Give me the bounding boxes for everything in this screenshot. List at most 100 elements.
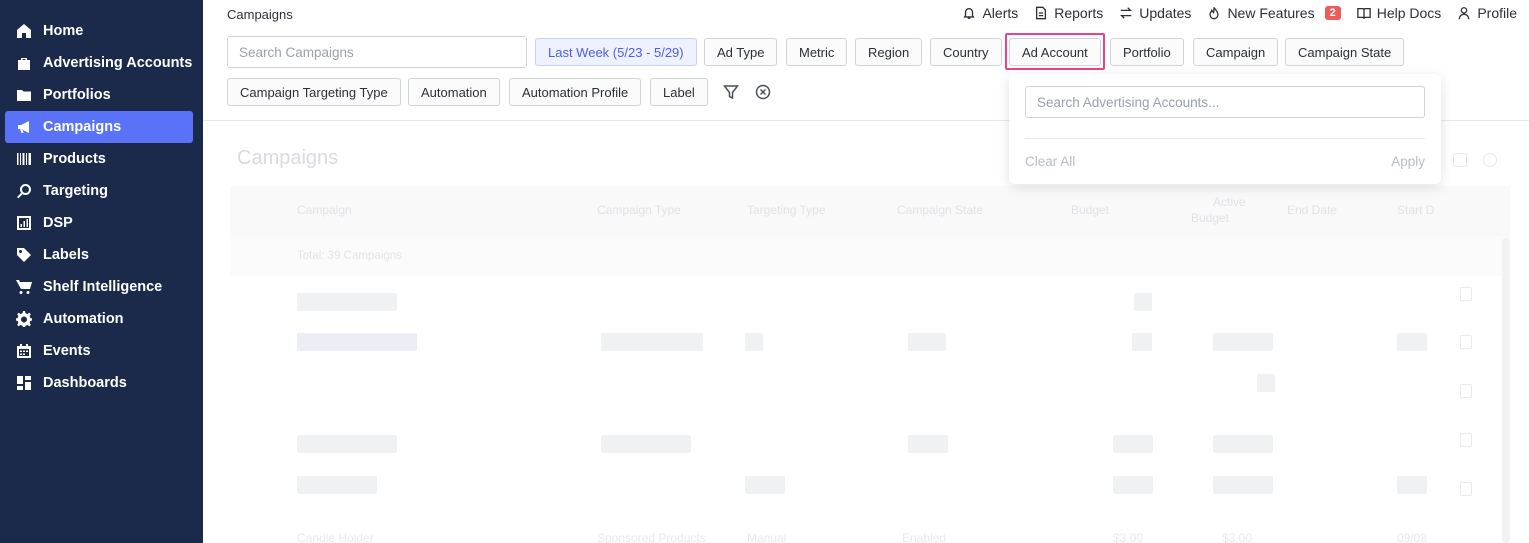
col-campaign-state[interactable]: Campaign State: [897, 203, 983, 217]
last-row-active-budget: $3.00: [1222, 531, 1253, 543]
sidebar-item-dashboards[interactable]: Dashboards: [5, 367, 193, 399]
col-active-budget-line2[interactable]: Budget: [1191, 211, 1229, 225]
search-advertising-accounts-input[interactable]: [1025, 86, 1425, 118]
reports-link[interactable]: Reports: [1034, 5, 1103, 21]
table-row-placeholder: [1113, 435, 1153, 453]
campaigns-panel: Campaigns Campaign Campaign Type Targeti…: [203, 121, 1529, 543]
clear-filters-icon[interactable]: [753, 82, 773, 102]
settings-icon[interactable]: [1483, 153, 1497, 167]
sidebar-item-label: Dashboards: [43, 375, 127, 391]
table-row-placeholder: [1213, 435, 1273, 453]
filter-automation[interactable]: Automation: [408, 78, 500, 106]
sidebar-item-events[interactable]: Events: [5, 335, 193, 367]
alerts-link[interactable]: Alerts: [962, 5, 1018, 21]
search-campaigns-input[interactable]: [227, 36, 527, 68]
clear-all-button[interactable]: Clear All: [1025, 154, 1075, 169]
sidebar-item-label: Home: [43, 23, 84, 39]
table-scrollbar[interactable]: [1502, 238, 1510, 543]
filter-campaign[interactable]: Campaign: [1193, 38, 1279, 66]
new-features-link[interactable]: New Features 2: [1207, 5, 1341, 21]
trash-icon[interactable]: [1460, 335, 1472, 349]
sidebar-item-campaigns[interactable]: Campaigns: [5, 111, 193, 143]
col-end-date[interactable]: End Date: [1287, 203, 1337, 217]
user-icon: [1458, 7, 1470, 20]
table-row-placeholder: [1132, 333, 1152, 351]
download-icon[interactable]: [1453, 153, 1467, 167]
sidebar-item-label: Campaigns: [43, 119, 122, 135]
last-row-start-date: 09/08: [1397, 531, 1428, 543]
sidebar-item-label: Targeting: [43, 183, 108, 199]
table-header: Campaign Campaign Type Targeting Type Ca…: [230, 186, 1510, 236]
search-icon: [15, 182, 33, 200]
table-row-placeholder: [1134, 293, 1152, 311]
sidebar-item-products[interactable]: Products: [5, 143, 193, 175]
filter-ad-account[interactable]: Ad Account: [1009, 38, 1101, 66]
sidebar-item-portfolios[interactable]: Portfolios: [5, 79, 193, 111]
home-icon: [15, 22, 33, 40]
filter-campaign-targeting-type[interactable]: Campaign Targeting Type: [227, 78, 401, 106]
updates-link[interactable]: Updates: [1119, 5, 1191, 21]
table-row-placeholder: [297, 476, 377, 494]
sidebar-item-label: Automation: [43, 311, 124, 327]
bell-icon: [963, 7, 976, 19]
last-row-budget: $3.00: [1113, 531, 1144, 543]
sidebar: Home Advertising Accounts Portfolios Cam…: [0, 0, 203, 543]
filter-country[interactable]: Country: [930, 38, 1002, 66]
table-row-placeholder: [1257, 374, 1275, 392]
dashboard-icon: [15, 374, 33, 392]
profile-link[interactable]: Profile: [1457, 5, 1517, 21]
sidebar-item-advertising-accounts[interactable]: Advertising Accounts: [5, 47, 193, 79]
apply-button[interactable]: Apply: [1391, 154, 1425, 169]
top-links: Alerts Reports Updates New Features 2 He…: [962, 5, 1517, 21]
gear-icon: [15, 310, 33, 328]
trash-icon[interactable]: [1460, 287, 1472, 301]
table-row-placeholder: [745, 333, 763, 351]
table-row-placeholder: [601, 333, 703, 351]
document-icon: [1036, 6, 1047, 20]
table-row-placeholder: [601, 435, 691, 453]
col-budget[interactable]: Budget: [1071, 203, 1109, 217]
date-range-button[interactable]: Last Week (5/23 - 5/29): [535, 38, 697, 66]
ad-account-dropdown: Clear All Apply: [1009, 74, 1441, 184]
sidebar-item-shelf-intelligence[interactable]: Shelf Intelligence: [5, 271, 193, 303]
sidebar-item-home[interactable]: Home: [5, 15, 193, 47]
trash-icon[interactable]: [1460, 433, 1472, 447]
col-targeting-type[interactable]: Targeting Type: [747, 203, 826, 217]
calendar-icon: [15, 342, 33, 360]
trash-icon[interactable]: [1460, 384, 1472, 398]
col-active-budget-line1[interactable]: Active: [1213, 195, 1246, 209]
table-row-placeholder: [745, 476, 785, 494]
sidebar-item-targeting[interactable]: Targeting: [5, 175, 193, 207]
sidebar-item-labels[interactable]: Labels: [5, 239, 193, 271]
col-start-date[interactable]: Start D: [1397, 203, 1434, 217]
table-row-placeholder: [297, 293, 397, 311]
folder-icon: [15, 86, 33, 104]
last-row-targeting-type: Manual: [747, 531, 787, 543]
filter-region[interactable]: Region: [855, 38, 923, 66]
campaigns-table: Campaign Campaign Type Targeting Type Ca…: [230, 186, 1510, 543]
filter-automation-profile[interactable]: Automation Profile: [509, 78, 642, 106]
sidebar-item-label: Shelf Intelligence: [43, 279, 163, 295]
filter-funnel-icon[interactable]: [721, 82, 741, 102]
table-row-placeholder: [1113, 476, 1153, 494]
total-count: Total: 39 Campaigns: [297, 250, 402, 262]
top-bar: Campaigns Alerts Reports Updates New Fea…: [203, 0, 1529, 30]
col-campaign-type[interactable]: Campaign Type: [597, 203, 681, 217]
page-title: Campaigns: [237, 147, 339, 169]
total-row: Total: 39 Campaigns: [230, 236, 1510, 276]
filter-portfolio[interactable]: Portfolio: [1110, 38, 1184, 66]
filter-ad-type[interactable]: Ad Type: [704, 38, 778, 66]
filter-campaign-state[interactable]: Campaign State: [1285, 38, 1405, 66]
table-row-placeholder: [1213, 476, 1273, 494]
sidebar-item-label: Products: [43, 151, 106, 167]
help-docs-link[interactable]: Help Docs: [1356, 5, 1441, 21]
table-row-placeholder: [1397, 476, 1427, 494]
trash-icon[interactable]: [1460, 482, 1472, 496]
sidebar-item-automation[interactable]: Automation: [5, 303, 193, 335]
barcode-icon: [15, 150, 33, 168]
col-campaign[interactable]: Campaign: [297, 203, 352, 217]
filter-label[interactable]: Label: [650, 78, 708, 106]
table-row-placeholder: [908, 333, 946, 351]
filter-metric[interactable]: Metric: [786, 38, 848, 66]
sidebar-item-dsp[interactable]: DSP: [5, 207, 193, 239]
